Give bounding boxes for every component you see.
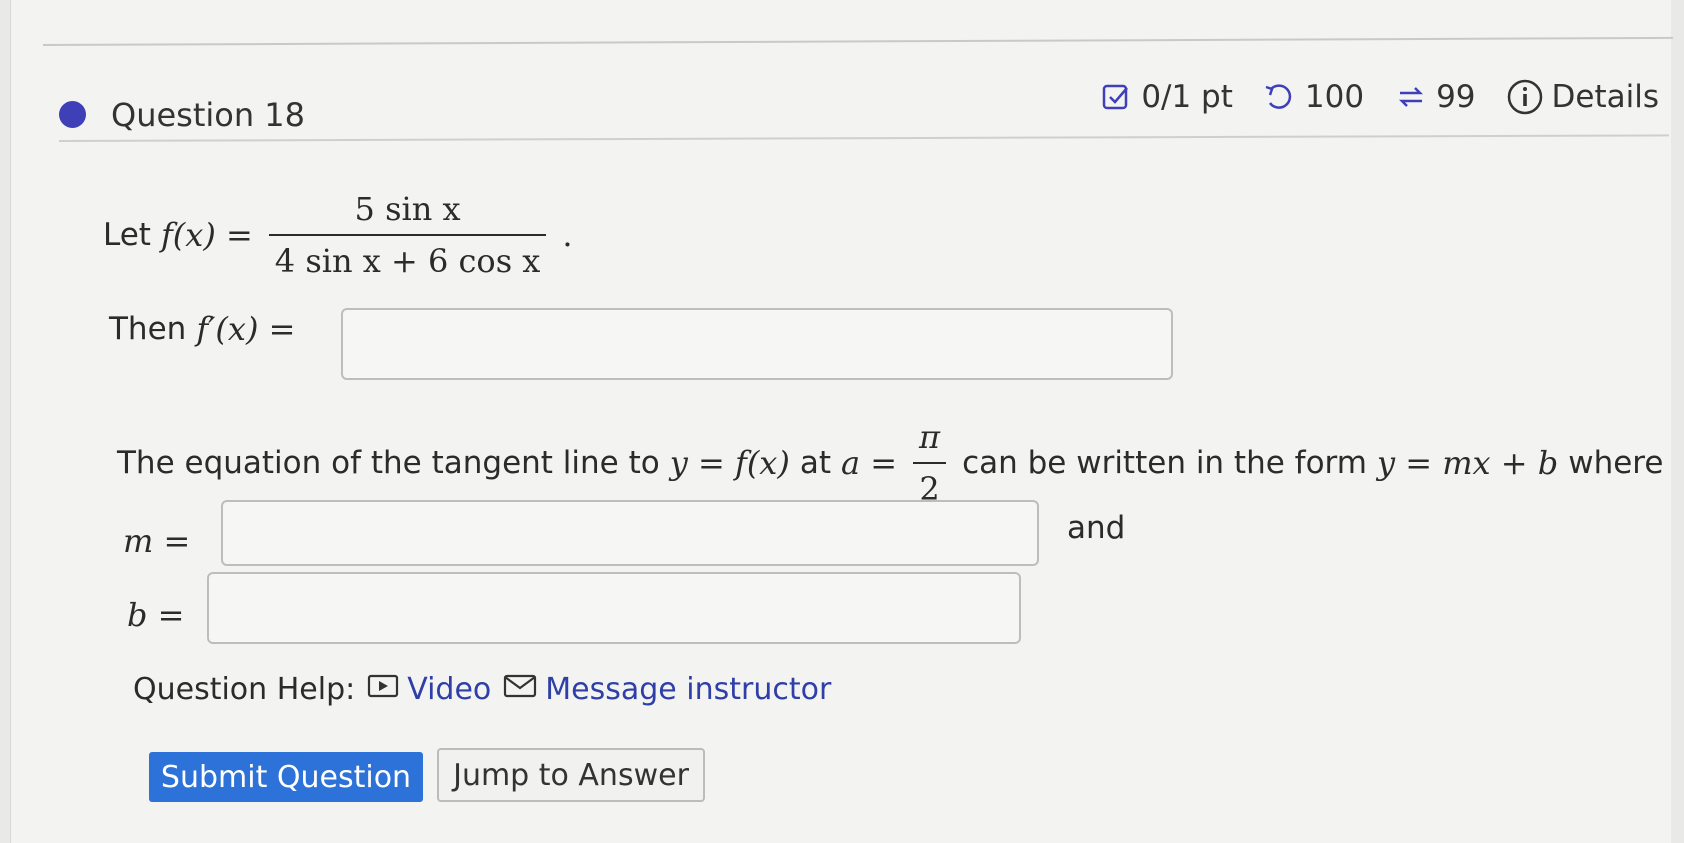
m-row: m = <box>123 522 190 560</box>
question-title: Question 18 <box>111 96 306 134</box>
fprime-lhs: f′(x) = <box>196 310 296 348</box>
fraction-numerator: 5 sin x <box>354 190 461 228</box>
slope-answer-input[interactable] <box>221 500 1039 566</box>
function-definition: Let f(x) = 5 sin x 4 sin x + 6 cos x . <box>103 180 573 290</box>
details-link[interactable]: Details <box>1552 79 1659 115</box>
jump-to-answer-button[interactable]: Jump to Answer <box>437 748 705 802</box>
info-icon[interactable] <box>1506 78 1544 116</box>
video-link-label[interactable]: Video <box>407 672 491 707</box>
message-instructor-label[interactable]: Message instructor <box>545 672 831 707</box>
question-header: Question 18 0/1 pt 100 99 Details <box>59 78 1659 134</box>
tangent-text-3: can be written in the form <box>962 445 1367 481</box>
and-label: and <box>1067 510 1126 546</box>
question-help: Question Help: Video Message instructor <box>133 672 831 707</box>
video-link[interactable]: Video <box>367 672 491 707</box>
derivative-row: Then f′(x) = <box>109 310 295 348</box>
tangent-text-1: The equation of the tangent line to <box>117 445 660 481</box>
points-text: 0/1 pt <box>1141 79 1233 115</box>
then-label: Then <box>109 311 187 347</box>
submit-question-button[interactable]: Submit Question <box>149 752 423 802</box>
pi-over-two: π 2 <box>913 418 946 508</box>
message-instructor-link[interactable]: Message instructor <box>503 672 831 707</box>
fraction-denominator: 4 sin x + 6 cos x <box>268 234 547 280</box>
tangent-expr-2: a = <box>840 444 898 482</box>
intercept-answer-input[interactable] <box>207 572 1021 644</box>
checkbox-score-icon <box>1101 81 1133 113</box>
m-lhs: m = <box>123 522 191 560</box>
let-label: Let <box>103 217 151 253</box>
retries-count: 99 <box>1436 79 1476 115</box>
question-page: Question 18 0/1 pt 100 99 Details Let f(… <box>10 0 1673 843</box>
attempts-remaining: 100 <box>1304 79 1365 115</box>
tangent-text-4: where <box>1568 445 1664 481</box>
f-lhs: f(x) = <box>160 216 253 254</box>
retry-icon <box>1394 81 1428 113</box>
b-row: b = <box>127 596 184 634</box>
tangent-expr-1: y = f(x) <box>669 444 790 482</box>
envelope-icon <box>503 672 537 707</box>
fraction: 5 sin x 4 sin x + 6 cos x <box>268 190 547 280</box>
question-status-dot <box>59 101 86 128</box>
video-icon <box>367 672 399 707</box>
derivative-answer-input[interactable] <box>341 308 1173 380</box>
top-divider <box>42 36 1673 46</box>
question-meta: 0/1 pt 100 99 Details <box>1101 78 1659 116</box>
tangent-line-prompt: The equation of the tangent line to y = … <box>117 418 1663 508</box>
question-help-label: Question Help: <box>133 672 356 707</box>
tangent-expr-3: y = mx + b <box>1376 444 1559 482</box>
pi-numerator: π <box>919 418 941 456</box>
header-divider <box>58 134 1669 142</box>
b-lhs: b = <box>127 596 185 634</box>
undo-attempts-icon <box>1263 81 1297 113</box>
tangent-text-2: at <box>799 445 831 481</box>
period: . <box>562 216 573 254</box>
